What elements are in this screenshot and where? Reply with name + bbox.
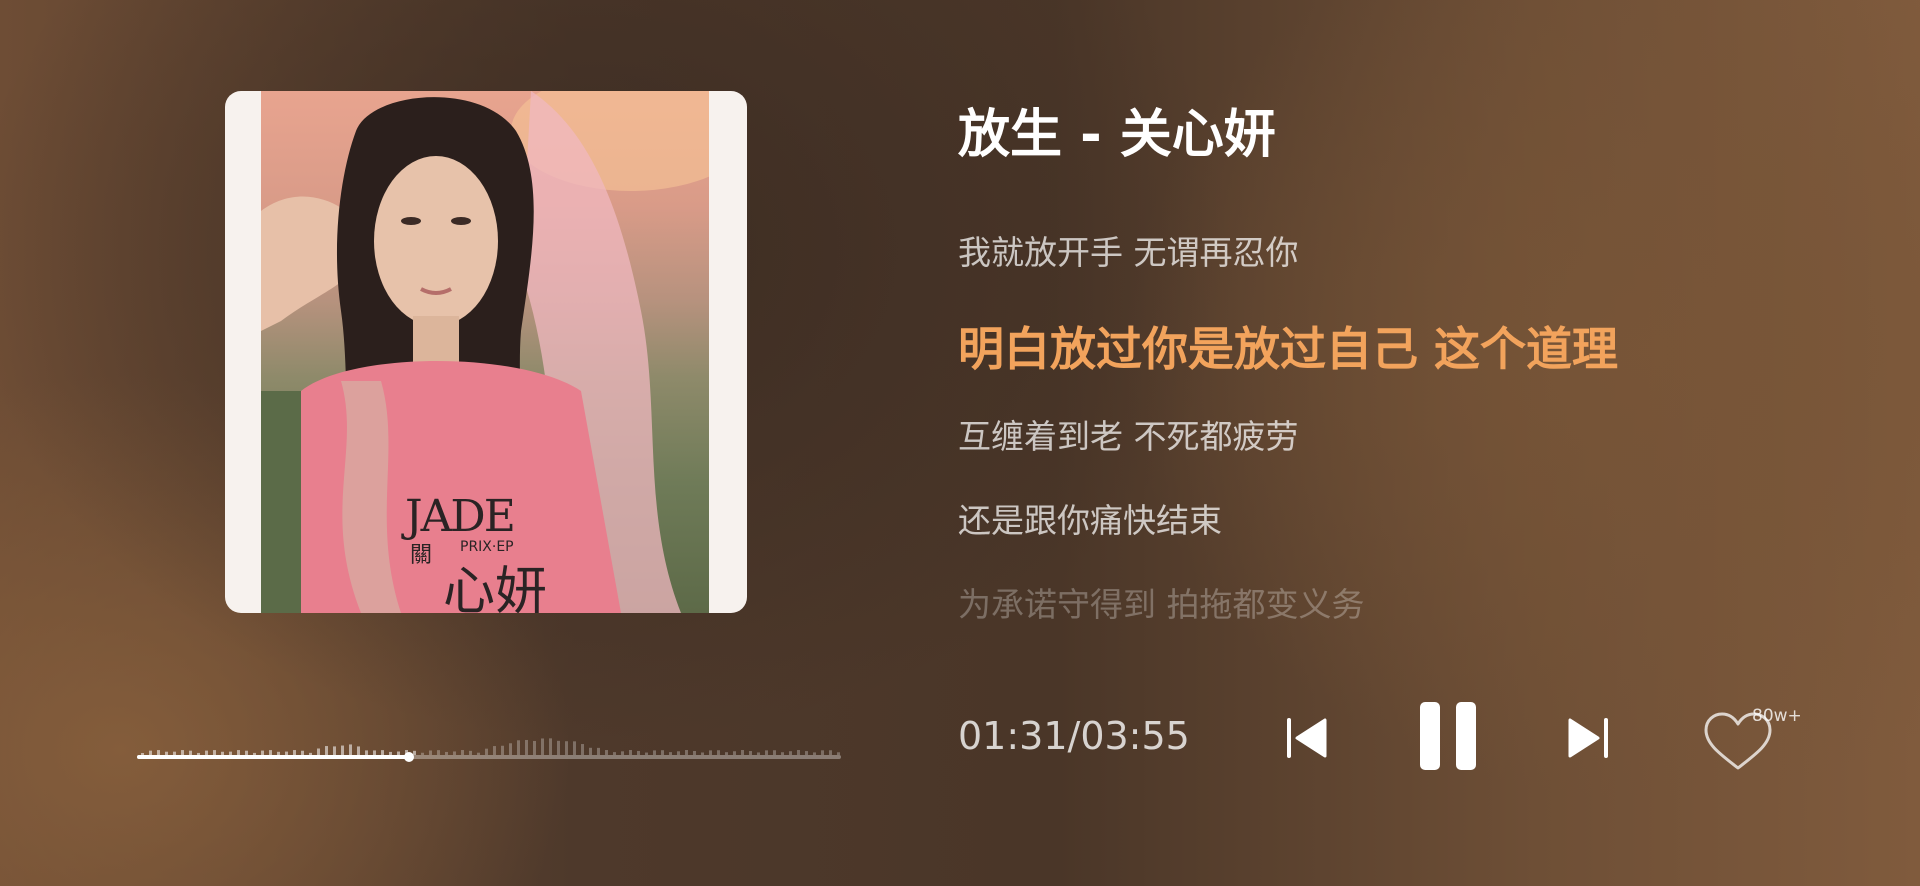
waveform-bar <box>597 747 600 755</box>
song-title: 放生 - 关心妍 <box>958 105 1276 165</box>
waveform-bar <box>493 746 496 755</box>
lyric-line-faded[interactable]: 为承诺守得到 拍拖都变义务 <box>958 578 1365 626</box>
progress-knob[interactable] <box>404 752 415 762</box>
progress-bar[interactable] <box>137 752 841 762</box>
lyric-line-past[interactable]: 我就放开手 无谓再忍你 <box>958 226 1299 274</box>
audio-waveform <box>141 738 840 755</box>
waveform-bar <box>501 745 504 755</box>
pause-button[interactable] <box>1416 698 1480 774</box>
cover-text-1: 關 <box>410 543 433 568</box>
cover-brand-text: JADE <box>405 491 516 542</box>
waveform-bar <box>349 744 352 755</box>
lyric-line-upcoming[interactable]: 还是跟你痛快结束 <box>958 494 1222 542</box>
waveform-bar <box>357 746 360 755</box>
waveform-bar <box>541 738 544 755</box>
waveform-bar <box>581 744 584 755</box>
waveform-bar <box>533 740 536 755</box>
waveform-bar <box>517 740 520 755</box>
waveform-bar <box>549 738 552 755</box>
skip-previous-icon <box>1287 718 1327 758</box>
time-display: 01:31/03:55 <box>958 714 1190 758</box>
album-cover: JADE 關 PRIX·EP 心妍 <box>225 91 747 613</box>
pause-icon <box>1420 702 1476 770</box>
waveform-bar <box>589 747 592 755</box>
waveform-bar <box>341 745 344 755</box>
waveform-bar <box>509 743 512 755</box>
previous-button[interactable] <box>1283 710 1329 766</box>
cover-text-3: 心妍 <box>443 562 548 613</box>
waveform-bar <box>565 741 568 755</box>
waveform-bar <box>333 746 336 755</box>
next-button[interactable] <box>1566 710 1612 766</box>
waveform-bar <box>525 739 528 755</box>
like-count: 80w+ <box>1752 706 1802 726</box>
progress-bar-fill <box>137 755 412 759</box>
waveform-bar <box>557 740 560 755</box>
skip-next-icon <box>1568 718 1608 758</box>
lyric-line-next[interactable]: 互缠着到老 不死都疲劳 <box>958 410 1299 458</box>
waveform-bar <box>573 741 576 755</box>
lyric-line-current[interactable]: 明白放过你是放过自己 这个道理 <box>958 313 1618 379</box>
waveform-bar <box>325 746 328 755</box>
